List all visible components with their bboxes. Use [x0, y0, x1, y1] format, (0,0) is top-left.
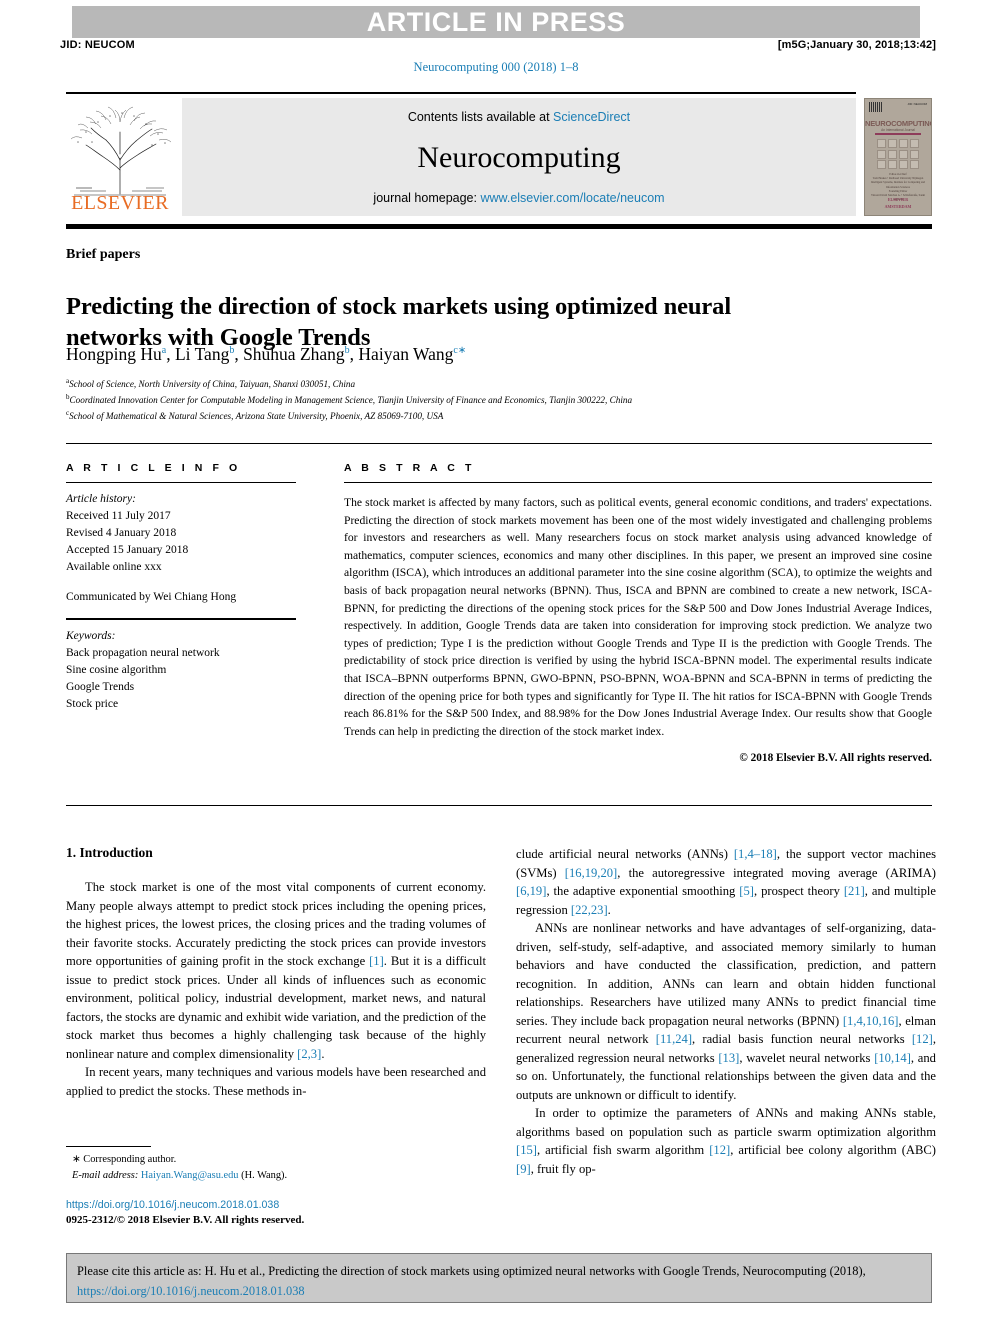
affiliation-text: Coordinated Innovation Center for Comput…	[69, 395, 633, 406]
footnote-rule	[66, 1146, 151, 1147]
keywords-rule	[66, 618, 296, 621]
journal-id-label: JID: NEUCOM	[60, 39, 135, 51]
abstract-rule	[344, 482, 932, 483]
author-separator: ,	[234, 344, 244, 364]
masthead-box: Contents lists available at ScienceDirec…	[182, 98, 856, 216]
intro-paragraph: In recent years, many techniques and var…	[66, 1065, 486, 1098]
history-available-online: Available online xxx	[66, 560, 162, 573]
history-revised: Revised 4 January 2018	[66, 526, 177, 539]
article-history-block: Article history: Received 11 July 2017 R…	[66, 491, 296, 606]
info-section-top-rule	[66, 443, 932, 444]
footnote-block: ∗ Corresponding author. E-mail address: …	[72, 1152, 492, 1183]
cover-journal-subtitle: An International Journal	[881, 128, 915, 132]
cover-imprint-sub: AMSTERDAM	[884, 203, 912, 209]
cover-top-row: JID: NEUCOM	[869, 102, 927, 114]
article-info-heading: A R T I C L E I N F O	[66, 462, 241, 474]
elsevier-logo: ELSEVIER	[66, 98, 174, 216]
masthead: ELSEVIER Contents lists available at Sci…	[66, 98, 856, 216]
keyword-item: Stock price	[66, 697, 119, 710]
history-accepted: Accepted 15 January 2018	[66, 543, 189, 556]
author-entry: Haiyan Wangc∗	[358, 344, 466, 364]
journal-title: Neurocomputing	[417, 141, 621, 174]
abstract-bottom-rule	[66, 805, 932, 806]
intro-paragraph: ANNs are nonlinear networks and have adv…	[516, 921, 936, 1102]
sciencedirect-link[interactable]: ScienceDirect	[553, 110, 630, 124]
cover-grid-graphic	[877, 139, 919, 169]
communicated-by: Communicated by Wei Chiang Hong	[66, 591, 237, 604]
email-owner: (H. Wang).	[241, 1169, 288, 1181]
author-name: Hongping Hu	[66, 344, 162, 364]
abstract-text: The stock market is affected by many fac…	[344, 496, 932, 738]
cover-imprint: ELSEVIER AMSTERDAM	[865, 197, 931, 210]
article-history-label: Article history:	[66, 493, 136, 505]
masthead-top-rule	[66, 92, 856, 94]
contents-prefix: Contents lists available at	[407, 110, 554, 124]
keyword-item: Sine cosine algorithm	[66, 664, 167, 677]
footer-doi-block: https://doi.org/10.1016/j.neucom.2018.01…	[66, 1198, 496, 1229]
abstract-copyright: © 2018 Elsevier B.V. All rights reserved…	[739, 751, 932, 764]
affiliation-list: aSchool of Science, North University of …	[66, 376, 926, 424]
corresponding-author-marker[interactable]: ∗	[458, 345, 466, 356]
citation-doi-link[interactable]: https://doi.org/10.1016/j.neucom.2018.01…	[77, 1284, 305, 1298]
cover-editor-lines: Tom Heskes • Radboud University Nijmegen…	[870, 177, 926, 189]
article-page: ARTICLE IN PRESS JID: NEUCOM [m5G;Januar…	[0, 0, 992, 1323]
abstract-heading: A B S T R A C T	[344, 462, 475, 474]
introduction-heading: 1. Introduction	[66, 845, 153, 860]
affiliation-item: cSchool of Mathematical & Natural Scienc…	[66, 408, 926, 424]
author-name: Shuhua Zhang	[243, 344, 345, 364]
citation-box: Please cite this article as: H. Hu et al…	[66, 1253, 932, 1303]
build-stamp-label: [m5G;January 30, 2018;13:42]	[777, 39, 936, 51]
article-info-rule	[66, 482, 296, 483]
masthead-bottom-rule	[66, 224, 932, 229]
keywords-block: Keywords: Back propagation neural networ…	[66, 628, 296, 712]
email-link[interactable]: Haiyan.Wang@asu.edu	[141, 1170, 239, 1181]
author-list: Hongping Hua, Li Tangb, Shuhua Zhangb, H…	[66, 344, 866, 365]
intro-paragraph: The stock market is one of the most vita…	[66, 880, 487, 1061]
cover-journal-title: NEUROCOMPUTING	[865, 119, 932, 128]
cover-issn-label: JID: NEUCOM	[907, 102, 928, 106]
author-entry: Shuhua Zhangb,	[243, 344, 358, 364]
body-right-column: clude artificial neural networks (ANNs) …	[516, 845, 936, 1178]
citation-text: Please cite this article as: H. Hu et al…	[77, 1264, 866, 1278]
intro-paragraph: clude artificial neural networks (ANNs) …	[516, 847, 937, 917]
article-in-press-band: ARTICLE IN PRESS	[72, 6, 920, 38]
cover-accent-bar	[875, 133, 921, 135]
intro-paragraph: In order to optimize the parameters of A…	[516, 1106, 936, 1176]
author-affil-marker[interactable]: c∗	[453, 345, 466, 356]
email-note: E-mail address: Haiyan.Wang@asu.edu (H. …	[72, 1168, 492, 1184]
article-in-press-label: ARTICLE IN PRESS	[366, 7, 626, 37]
history-received: Received 11 July 2017	[66, 509, 171, 522]
author-entry: Hongping Hua,	[66, 344, 175, 364]
author-separator: ,	[166, 344, 175, 364]
journal-cover-thumbnail[interactable]: JID: NEUCOM NEUROCOMPUTING An Internatio…	[864, 98, 932, 216]
corresponding-author-note: ∗ Corresponding author.	[72, 1154, 177, 1165]
section-label: Brief papers	[66, 247, 141, 262]
author-name: Li Tang	[174, 344, 230, 364]
keyword-item: Google Trends	[66, 681, 135, 694]
affiliation-item: bCoordinated Innovation Center for Compu…	[66, 392, 926, 408]
abstract-column: A B S T R A C T The stock market is affe…	[344, 462, 932, 764]
affiliation-text: School of Science, North University of C…	[69, 379, 356, 390]
author-name: Haiyan Wang	[358, 344, 454, 364]
keyword-item: Back propagation neural network	[66, 647, 220, 660]
affiliation-item: aSchool of Science, North University of …	[66, 376, 926, 392]
barcode-icon	[869, 102, 883, 112]
author-entry: Li Tangb,	[175, 344, 243, 364]
journal-homepage-link[interactable]: www.elsevier.com/locate/neucom	[480, 191, 664, 205]
journal-homepage-line: journal homepage: www.elsevier.com/locat…	[182, 191, 856, 205]
keywords-label: Keywords:	[66, 630, 116, 643]
doi-link[interactable]: https://doi.org/10.1016/j.neucom.2018.01…	[66, 1198, 496, 1213]
homepage-prefix: journal homepage:	[373, 191, 481, 205]
body-left-column: 1. Introduction The stock market is one …	[66, 845, 486, 1100]
contents-list-line: Contents lists available at ScienceDirec…	[182, 110, 856, 124]
issn-copyright-line: 0925-2312/© 2018 Elsevier B.V. All right…	[66, 1214, 305, 1227]
affiliation-text: School of Mathematical & Natural Science…	[69, 411, 444, 421]
article-info-column: A R T I C L E I N F O Article history: R…	[66, 462, 296, 713]
journal-reference-link[interactable]: Neurocomputing 000 (2018) 1–8	[0, 60, 992, 75]
elsevier-wordmark: ELSEVIER	[71, 192, 169, 214]
email-label: E-mail address:	[72, 1169, 139, 1181]
